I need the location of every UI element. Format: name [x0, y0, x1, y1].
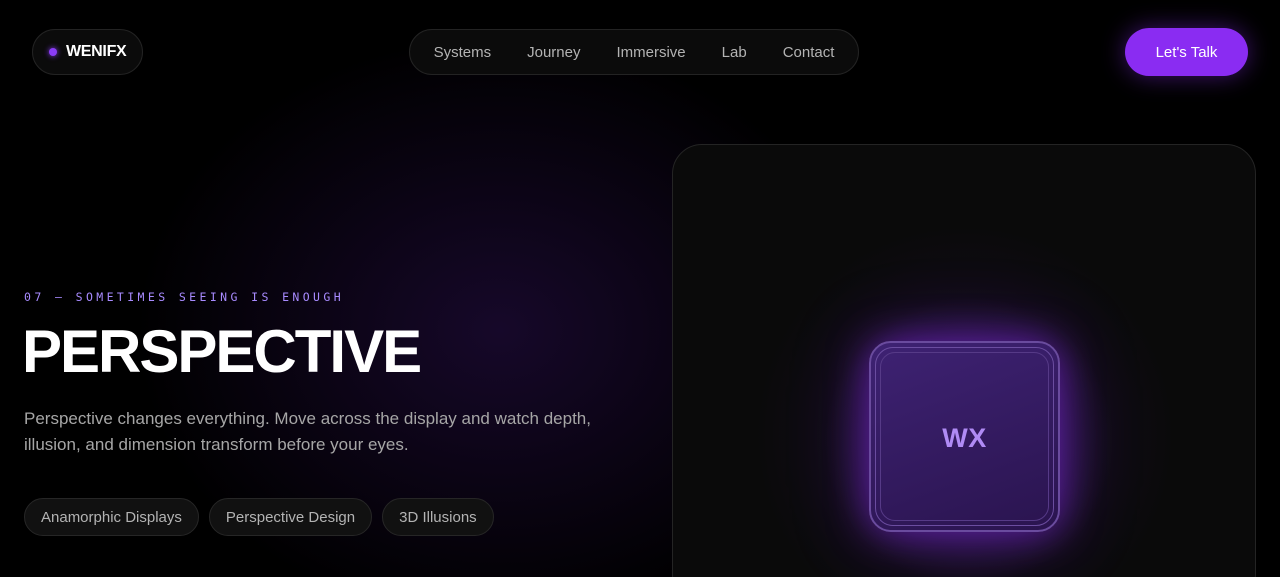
nav-item-contact[interactable]: Contact	[783, 44, 835, 61]
lets-talk-button[interactable]: Let's Talk	[1125, 28, 1248, 76]
logo-dot-icon	[49, 48, 57, 56]
logo[interactable]: WENIFX	[32, 29, 143, 75]
tag-perspective-design[interactable]: Perspective Design	[208, 498, 373, 536]
cube-monogram: WX	[942, 422, 987, 453]
perspective-cube[interactable]: WX	[869, 341, 1060, 532]
section-eyebrow: 07 — SOMETIMES SEEING IS ENOUGH	[24, 290, 345, 304]
nav-item-immersive[interactable]: Immersive	[616, 44, 685, 61]
page-title: PERSPECTIVE	[22, 318, 422, 385]
main-nav: Systems Journey Immersive Lab Contact	[409, 29, 859, 75]
tag-anamorphic-displays[interactable]: Anamorphic Displays	[24, 498, 199, 536]
nav-item-lab[interactable]: Lab	[722, 44, 747, 61]
brand-name: WENIFX	[66, 43, 127, 60]
tag-list: Anamorphic Displays Perspective Design 3…	[24, 498, 494, 536]
nav-item-systems[interactable]: Systems	[434, 44, 492, 61]
hero-description: Perspective changes everything. Move acr…	[24, 409, 591, 454]
nav-item-journey[interactable]: Journey	[527, 44, 580, 61]
showcase-panel[interactable]: WX	[672, 144, 1256, 577]
tag-3d-illusions[interactable]: 3D Illusions	[382, 498, 494, 536]
